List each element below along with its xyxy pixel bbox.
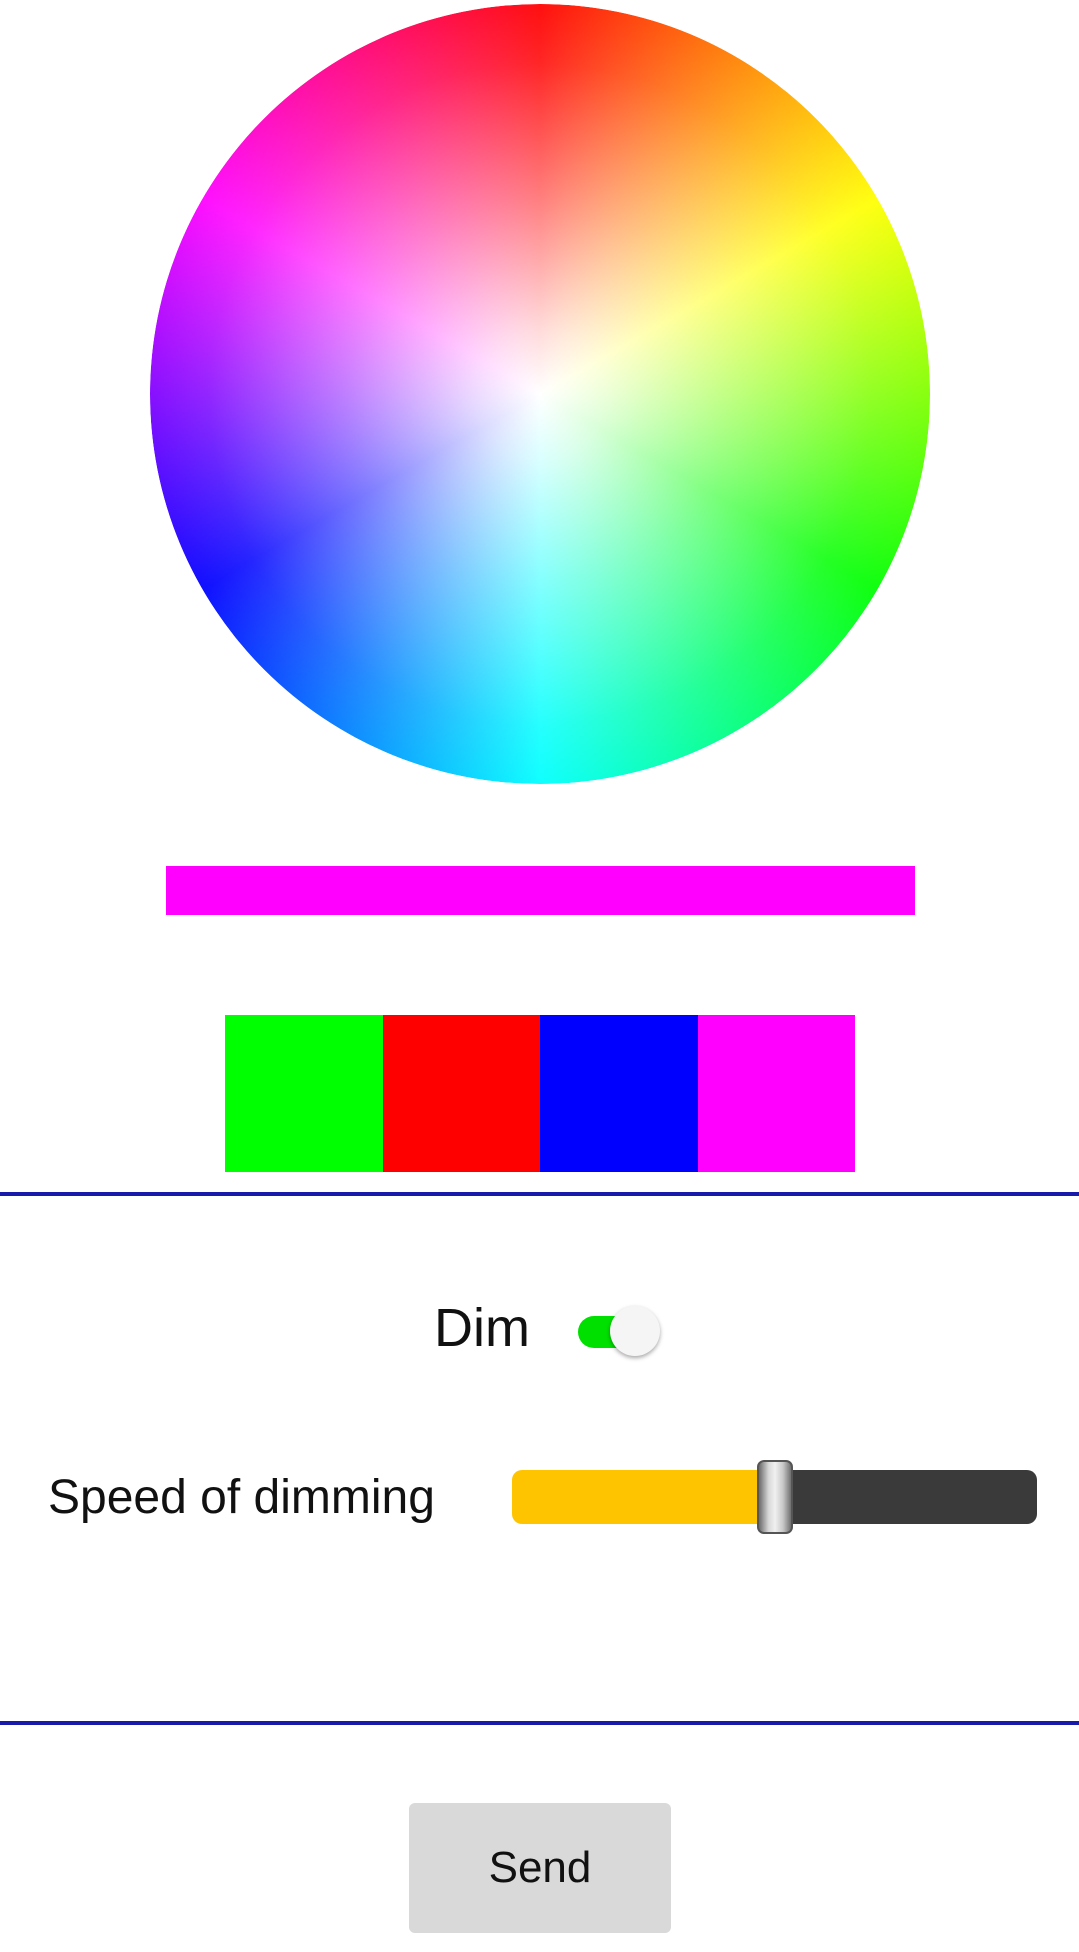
dim-label: Dim — [434, 1298, 530, 1358]
preset-swatches — [225, 1015, 855, 1172]
swatch-red[interactable] — [382, 1015, 540, 1172]
speed-slider-fill — [512, 1470, 775, 1524]
swatch-green[interactable] — [225, 1015, 383, 1172]
section-divider-bottom — [0, 1721, 1079, 1725]
section-divider-top — [0, 1192, 1079, 1196]
light-controller-screen: Dim Speed of dimming Send — [0, 0, 1079, 1952]
speed-slider-thumb[interactable] — [757, 1460, 793, 1534]
color-wheel[interactable] — [150, 4, 930, 784]
dim-toggle-knob — [610, 1306, 660, 1356]
swatch-magenta[interactable] — [697, 1015, 855, 1172]
speed-slider-track — [775, 1470, 1037, 1524]
selected-color-preview — [166, 866, 915, 915]
swatch-blue[interactable] — [540, 1015, 698, 1172]
color-wheel-picker-area[interactable] — [150, 4, 930, 784]
send-button[interactable]: Send — [409, 1803, 671, 1933]
dim-toggle[interactable] — [578, 1304, 664, 1356]
speed-of-dimming-label: Speed of dimming — [48, 1471, 435, 1524]
